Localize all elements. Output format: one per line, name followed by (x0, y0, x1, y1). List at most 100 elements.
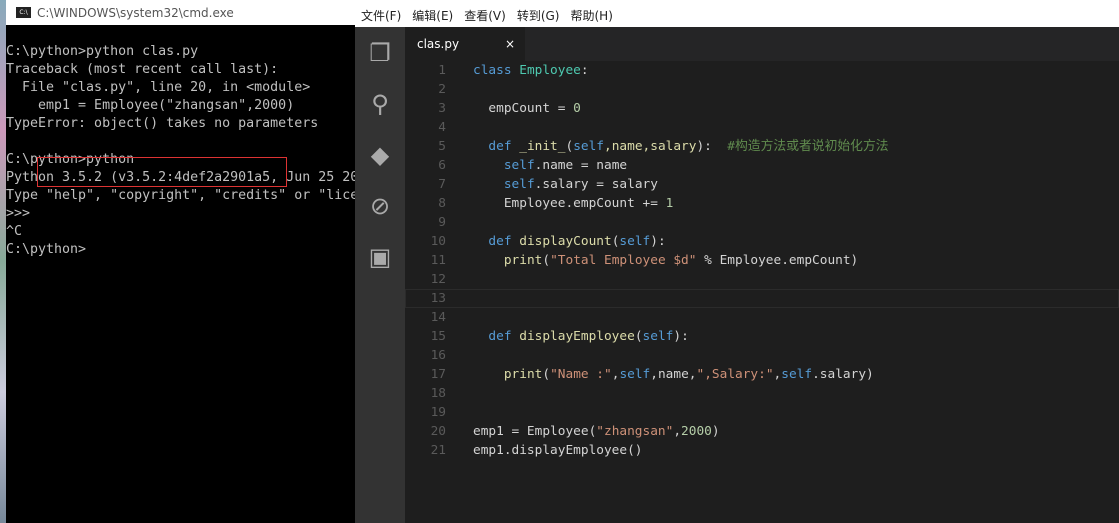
code-token: self (781, 367, 813, 382)
code-token: 1 (665, 196, 674, 211)
line-number: 14 (430, 310, 446, 325)
line-number: 19 (430, 405, 446, 420)
code-token: ) (711, 424, 720, 439)
code-token: self (619, 234, 651, 249)
editor-window: 文件(F) 编辑(E) 查看(V) 转到(G) 帮助(H) ❐ ⚲ ◆ ⊘ ▣ clas.py … (355, 0, 1119, 523)
code-line: 6 self .name = name (405, 156, 1119, 175)
code-token: ( (542, 367, 551, 382)
line-number: 4 (438, 120, 446, 135)
menu-bar: 文件(F) 编辑(E) 查看(V) 转到(G) 帮助(H) (355, 0, 1119, 27)
code-token: , (673, 424, 682, 439)
line-number: 13 (430, 291, 446, 306)
code-token: def (473, 234, 520, 249)
cmd-window: C:\ C:\WINDOWS\system32\cmd.exe C:\pytho… (6, 0, 358, 523)
cmd-title: C:\WINDOWS\system32\cmd.exe (37, 5, 234, 20)
line-number: 5 (438, 139, 446, 154)
code-token: ,name, (650, 367, 697, 382)
tab-clas-py[interactable]: clas.py × (405, 27, 525, 61)
code-line: 11 print("Total Employee $d" % Employee.… (405, 251, 1119, 270)
line-number: 20 (430, 424, 446, 439)
cmd-output[interactable]: C:\python>python clas.py Traceback (most … (6, 43, 358, 259)
code-line: 9 (405, 213, 1119, 232)
code-line: 4 (405, 118, 1119, 137)
cmd-titlebar[interactable]: C:\ C:\WINDOWS\system32\cmd.exe (6, 0, 355, 25)
extensions-icon[interactable]: ▣ (355, 231, 405, 282)
code-line: 10 def displayCount(self): (405, 232, 1119, 251)
code-token: 2000 (681, 424, 712, 439)
line-number: 2 (438, 82, 446, 97)
line-number: 8 (438, 196, 446, 211)
code-token: Employee (519, 63, 581, 78)
cmd-line (6, 133, 358, 151)
code-token: print (503, 253, 543, 268)
code-line: 21 emp1.displayEmployee() (405, 441, 1119, 460)
cmd-line: emp1 = Employee("zhangsan",2000) (6, 98, 295, 113)
code-editor[interactable]: 1 class Employee: 2 3 empCount = 0 4 5 def _i… (405, 61, 1119, 460)
code-line: 15 def displayEmployee(self): (405, 327, 1119, 346)
search-icon[interactable]: ⚲ (355, 78, 405, 129)
code-token: "zhangsan" (596, 424, 674, 439)
line-number: 17 (430, 367, 446, 382)
code-line: 16 (405, 346, 1119, 365)
cmd-line: Traceback (most recent call last): (6, 62, 279, 77)
cmd-line: C:\python>python clas.py (6, 44, 199, 59)
code-token: def (473, 139, 520, 154)
code-line: 12 (405, 270, 1119, 289)
line-number: 15 (430, 329, 446, 344)
tab-bar: clas.py × (405, 27, 1119, 61)
cmd-line: TypeError: object() takes no parameters (6, 116, 319, 131)
line-number: 6 (438, 158, 446, 173)
code-line: 3 empCount = 0 (405, 99, 1119, 118)
code-token: : (580, 63, 589, 78)
line-number: 10 (430, 234, 446, 249)
line-number: 1 (438, 63, 446, 78)
cmd-line: C:\python> (6, 242, 87, 257)
cmd-icon: C:\ (16, 7, 31, 18)
code-token: emp1.displayEmployee() (473, 443, 643, 458)
menu-item[interactable]: 转到(G) (517, 7, 560, 24)
code-line: 1 class Employee: (405, 61, 1119, 80)
code-token: ",Salary:" (696, 367, 774, 382)
cmd-line: File "clas.py", line 20, in <module> (6, 80, 311, 95)
line-number: 12 (430, 272, 446, 287)
menu-item[interactable]: 查看(V) (464, 7, 506, 24)
code-token: def (473, 329, 520, 344)
code-token: "Name :" (550, 367, 612, 382)
code-token: % Employee.empCount) (696, 253, 859, 268)
code-token: displayEmployee (519, 329, 635, 344)
code-token: , (773, 367, 782, 382)
files-icon[interactable]: ❐ (355, 27, 405, 78)
activity-bar: ❐ ⚲ ◆ ⊘ ▣ (355, 27, 405, 523)
code-token: _init_ (519, 139, 566, 154)
git-icon[interactable]: ◆ (355, 129, 405, 180)
tab-label: clas.py (417, 37, 460, 51)
code-token: empCount = (473, 101, 574, 116)
code-token: ): (696, 139, 728, 154)
code-token: ,name,salary (604, 139, 697, 154)
code-token: .salary) (812, 367, 874, 382)
code-token: self (642, 329, 674, 344)
code-line: 13 (405, 289, 1119, 308)
code-token: .salary = salary (534, 177, 658, 192)
code-token: ( (542, 253, 551, 268)
menu-item[interactable]: 编辑(E) (412, 7, 453, 24)
code-line: 2 (405, 80, 1119, 99)
code-token: #构造方法或者说初始化方法 (727, 139, 889, 154)
menu-item[interactable]: 帮助(H) (570, 7, 612, 24)
line-number: 16 (430, 348, 446, 363)
menu-item[interactable]: 文件(F) (361, 7, 401, 24)
debug-icon[interactable]: ⊘ (355, 180, 405, 231)
code-token: ( (565, 139, 574, 154)
line-number: 7 (438, 177, 446, 192)
code-token: Employee.empCount += (473, 196, 666, 211)
close-icon[interactable]: × (505, 37, 515, 51)
code-line: 18 (405, 384, 1119, 403)
code-token: .name = name (534, 158, 628, 173)
code-token: self (619, 367, 651, 382)
code-token: ): (673, 329, 689, 344)
line-number: 3 (438, 101, 446, 116)
code-line: 5 def _init_(self ,name,salary): #构造方法或者说… (405, 137, 1119, 156)
